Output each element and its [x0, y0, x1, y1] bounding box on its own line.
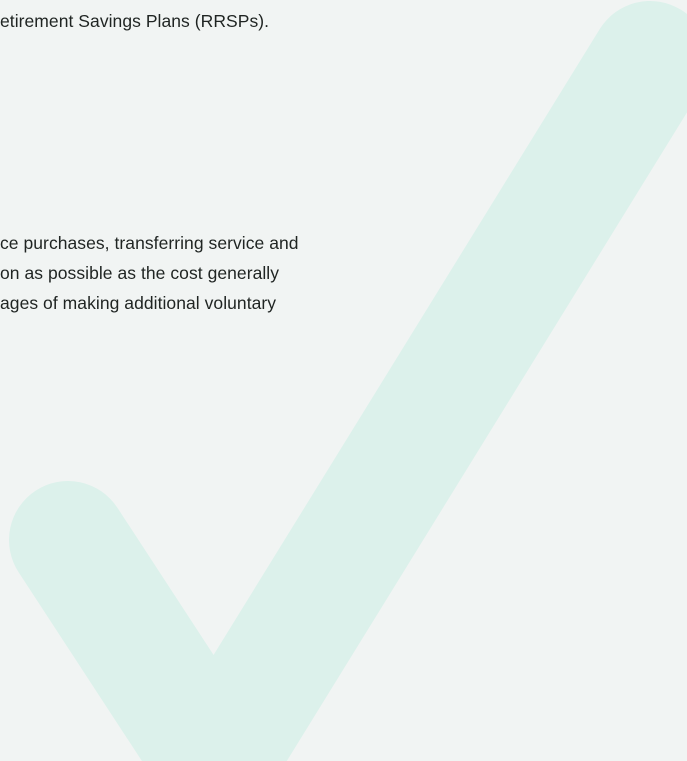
document-page: etirement Savings Plans (RRSPs). ce purc…: [0, 0, 687, 761]
checkmark-stroke: [9, 1, 687, 761]
paragraph-line: ce purchases, transferring service and: [0, 233, 299, 253]
paragraph-line: on as possible as the cost generally: [0, 263, 280, 283]
checkmark-icon: [9, 1, 687, 761]
paragraph-line: ages of making additional voluntary: [0, 293, 277, 313]
paragraph-line: etirement Savings Plans (RRSPs).: [0, 11, 270, 31]
